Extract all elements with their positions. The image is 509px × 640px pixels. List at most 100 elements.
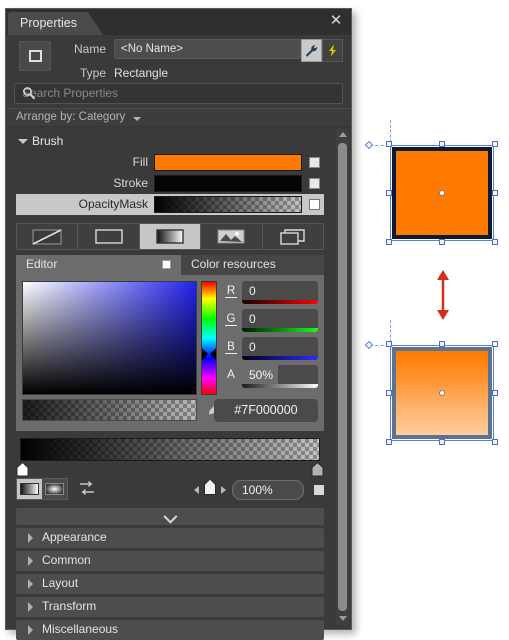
category-transform[interactable]: Transform <box>16 597 324 617</box>
solid-color-brush-icon[interactable] <box>78 224 140 249</box>
category-appearance[interactable]: Appearance <box>16 528 324 548</box>
current-color-preview <box>22 399 197 421</box>
stop-offset-input[interactable]: 100% <box>232 479 304 500</box>
gradient-type-toggles <box>16 478 68 500</box>
opacitymask-label: OpacityMask <box>78 197 148 211</box>
name-row: Name <No Name> <box>56 39 301 61</box>
panel-titlebar: Properties ✕ <box>6 9 351 35</box>
handle-n[interactable] <box>439 141 445 147</box>
handle-e[interactable] <box>492 190 498 196</box>
search-input[interactable]: Search Properties <box>14 83 343 104</box>
brush-resources-icon[interactable] <box>263 224 323 249</box>
stroke-label: Stroke <box>113 176 148 190</box>
radial-gradient-icon[interactable] <box>42 479 67 499</box>
brush-row-opacitymask[interactable]: OpacityMask <box>16 194 324 215</box>
channel-a-input[interactable]: 50% <box>242 365 318 388</box>
handle-ne[interactable] <box>492 141 498 147</box>
gradient-preview[interactable] <box>20 438 320 461</box>
vertical-scrollbar[interactable] <box>336 129 349 625</box>
lightning-icon[interactable] <box>322 39 343 62</box>
name-input[interactable]: <No Name> <box>114 39 301 59</box>
category-header-brush[interactable]: Brush <box>6 133 334 150</box>
gradient-brush-icon[interactable] <box>139 224 202 249</box>
rectangle-opacity-masked[interactable] <box>386 341 498 445</box>
no-brush-icon[interactable] <box>17 224 79 249</box>
editor-tabs: Editor Color resources <box>16 255 324 275</box>
handle-e[interactable] <box>492 390 498 396</box>
tile-brush-icon[interactable] <box>201 224 263 249</box>
gradient-controls: 100% <box>16 478 324 502</box>
collapse-editor-button[interactable] <box>16 508 324 525</box>
tool-buttons <box>301 39 343 62</box>
arrange-by-label: Arrange by: Category <box>16 111 126 123</box>
tab-editor[interactable]: Editor <box>16 255 181 275</box>
brush-row-fill[interactable]: Fill <box>16 152 324 173</box>
scrollbar-thumb[interactable] <box>338 143 347 611</box>
stroke-checkbox[interactable] <box>309 178 320 189</box>
category-miscellaneous[interactable]: Miscellaneous <box>16 620 324 640</box>
rectangle-icon <box>19 41 51 71</box>
channel-a-value: 50% <box>249 368 274 382</box>
channel-r-input[interactable]: 0 <box>242 281 318 304</box>
handle-ne[interactable] <box>492 341 498 347</box>
arrange-by-dropdown[interactable]: Arrange by: Category <box>6 108 351 127</box>
channel-g-value: 0 <box>249 312 256 326</box>
selected-stop-marker[interactable] <box>203 478 217 501</box>
tab-properties[interactable]: Properties <box>8 12 103 35</box>
channel-g-label: G <box>225 313 237 326</box>
guide-anchor-bottom[interactable] <box>364 340 374 350</box>
scroll-down-arrow[interactable] <box>336 613 349 625</box>
stroke-swatch[interactable] <box>154 175 302 192</box>
channel-r-label: R <box>225 285 237 298</box>
scroll-up-arrow[interactable] <box>336 129 349 141</box>
search-icon[interactable] <box>22 86 336 103</box>
channel-b-input[interactable]: 0 <box>242 337 318 360</box>
editor-tab-marker[interactable] <box>162 260 171 269</box>
saturation-value-picker[interactable] <box>22 281 197 395</box>
handle-nw[interactable] <box>386 341 392 347</box>
channel-a-label: A <box>227 369 235 381</box>
handle-se[interactable] <box>492 239 498 245</box>
handle-n[interactable] <box>439 341 445 347</box>
hex-input[interactable]: #7F000000 <box>214 399 318 422</box>
channel-a: A 50% <box>225 365 318 390</box>
handle-sw[interactable] <box>386 439 392 445</box>
fill-swatch[interactable] <box>154 154 302 171</box>
category-common[interactable]: Common <box>16 551 324 571</box>
handle-se[interactable] <box>492 439 498 445</box>
handle-s[interactable] <box>439 239 445 245</box>
close-icon[interactable]: ✕ <box>328 13 344 29</box>
handle-w[interactable] <box>386 390 392 396</box>
hue-slider[interactable] <box>201 281 217 395</box>
guide-anchor-top[interactable] <box>364 140 374 150</box>
prev-stop-arrow[interactable] <box>194 485 199 494</box>
gradient-stop-0[interactable] <box>16 462 29 477</box>
center-handle[interactable] <box>439 190 445 196</box>
reverse-gradient-icon[interactable] <box>78 480 96 502</box>
center-handle[interactable] <box>439 390 445 396</box>
brush-rows: Fill Stroke OpacityMask <box>16 152 324 215</box>
brush-row-stroke[interactable]: Stroke <box>16 173 324 194</box>
stop-offset-checkbox[interactable] <box>314 484 324 495</box>
handle-nw[interactable] <box>386 141 392 147</box>
panel-content: Brush Fill Stroke OpacityMask Editor Col… <box>6 133 334 640</box>
channel-g-input[interactable]: 0 <box>242 309 318 332</box>
gradient-stop-1[interactable] <box>311 462 324 477</box>
fill-checkbox[interactable] <box>309 157 320 168</box>
type-row: Type Rectangle <box>56 63 351 83</box>
wrench-icon[interactable] <box>301 39 322 62</box>
channel-b-label: B <box>225 341 237 354</box>
hex-row: #7F000000 <box>22 399 318 425</box>
opacitymask-checkbox[interactable] <box>309 199 320 210</box>
handle-sw[interactable] <box>386 239 392 245</box>
category-appearance-label: Appearance <box>42 530 107 544</box>
collapsed-triangle-icon <box>28 556 33 566</box>
handle-s[interactable] <box>439 439 445 445</box>
category-layout[interactable]: Layout <box>16 574 324 594</box>
tab-color-resources[interactable]: Color resources <box>181 255 324 275</box>
handle-w[interactable] <box>386 190 392 196</box>
opacitymask-swatch[interactable] <box>154 196 302 213</box>
linear-gradient-icon[interactable] <box>17 479 42 499</box>
rectangle-solid-fill[interactable] <box>386 141 498 245</box>
next-stop-arrow[interactable] <box>221 485 226 494</box>
